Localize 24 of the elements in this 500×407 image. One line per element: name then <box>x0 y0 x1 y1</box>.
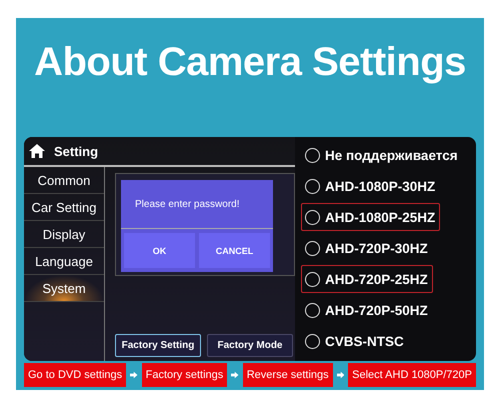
page-title: About Camera Settings <box>33 40 467 86</box>
factory-button[interactable]: Factory Mode <box>207 334 293 357</box>
settings-menu-item[interactable]: Display <box>24 221 104 248</box>
step-label: Reverse settings <box>242 363 333 387</box>
camera-option[interactable]: AHD-720P-30HZ <box>301 234 433 262</box>
dialog-button[interactable]: OK <box>124 233 195 268</box>
camera-option[interactable]: AHD-1080P-30HZ <box>301 172 440 200</box>
settings-menu-item[interactable]: Car Setting <box>24 194 104 221</box>
camera-option[interactable]: CVBS-NTSC <box>301 327 409 355</box>
camera-option[interactable]: AHD-720P-50HZ <box>301 296 433 324</box>
step-label: Select AHD 1080P/720P <box>348 363 476 387</box>
settings-menu-item[interactable]: System <box>24 275 104 302</box>
step-label: Factory settings <box>142 363 228 387</box>
settings-menu-item[interactable]: Common <box>24 167 104 194</box>
home-icon <box>28 143 46 159</box>
camera-option[interactable]: AHD-1080P-25HZ <box>301 203 440 231</box>
camera-option[interactable]: AHD-720P-25HZ <box>301 265 433 293</box>
dialog-message: Please enter password! <box>121 180 273 229</box>
settings-title: Setting <box>54 144 98 158</box>
factory-button[interactable]: Factory Setting <box>115 334 201 357</box>
dialog-button[interactable]: CANCEL <box>199 233 270 268</box>
step-label: Go to DVD settings <box>24 363 126 387</box>
settings-menu-item[interactable]: Language <box>24 248 104 275</box>
camera-option[interactable]: Не поддерживается <box>301 141 463 169</box>
